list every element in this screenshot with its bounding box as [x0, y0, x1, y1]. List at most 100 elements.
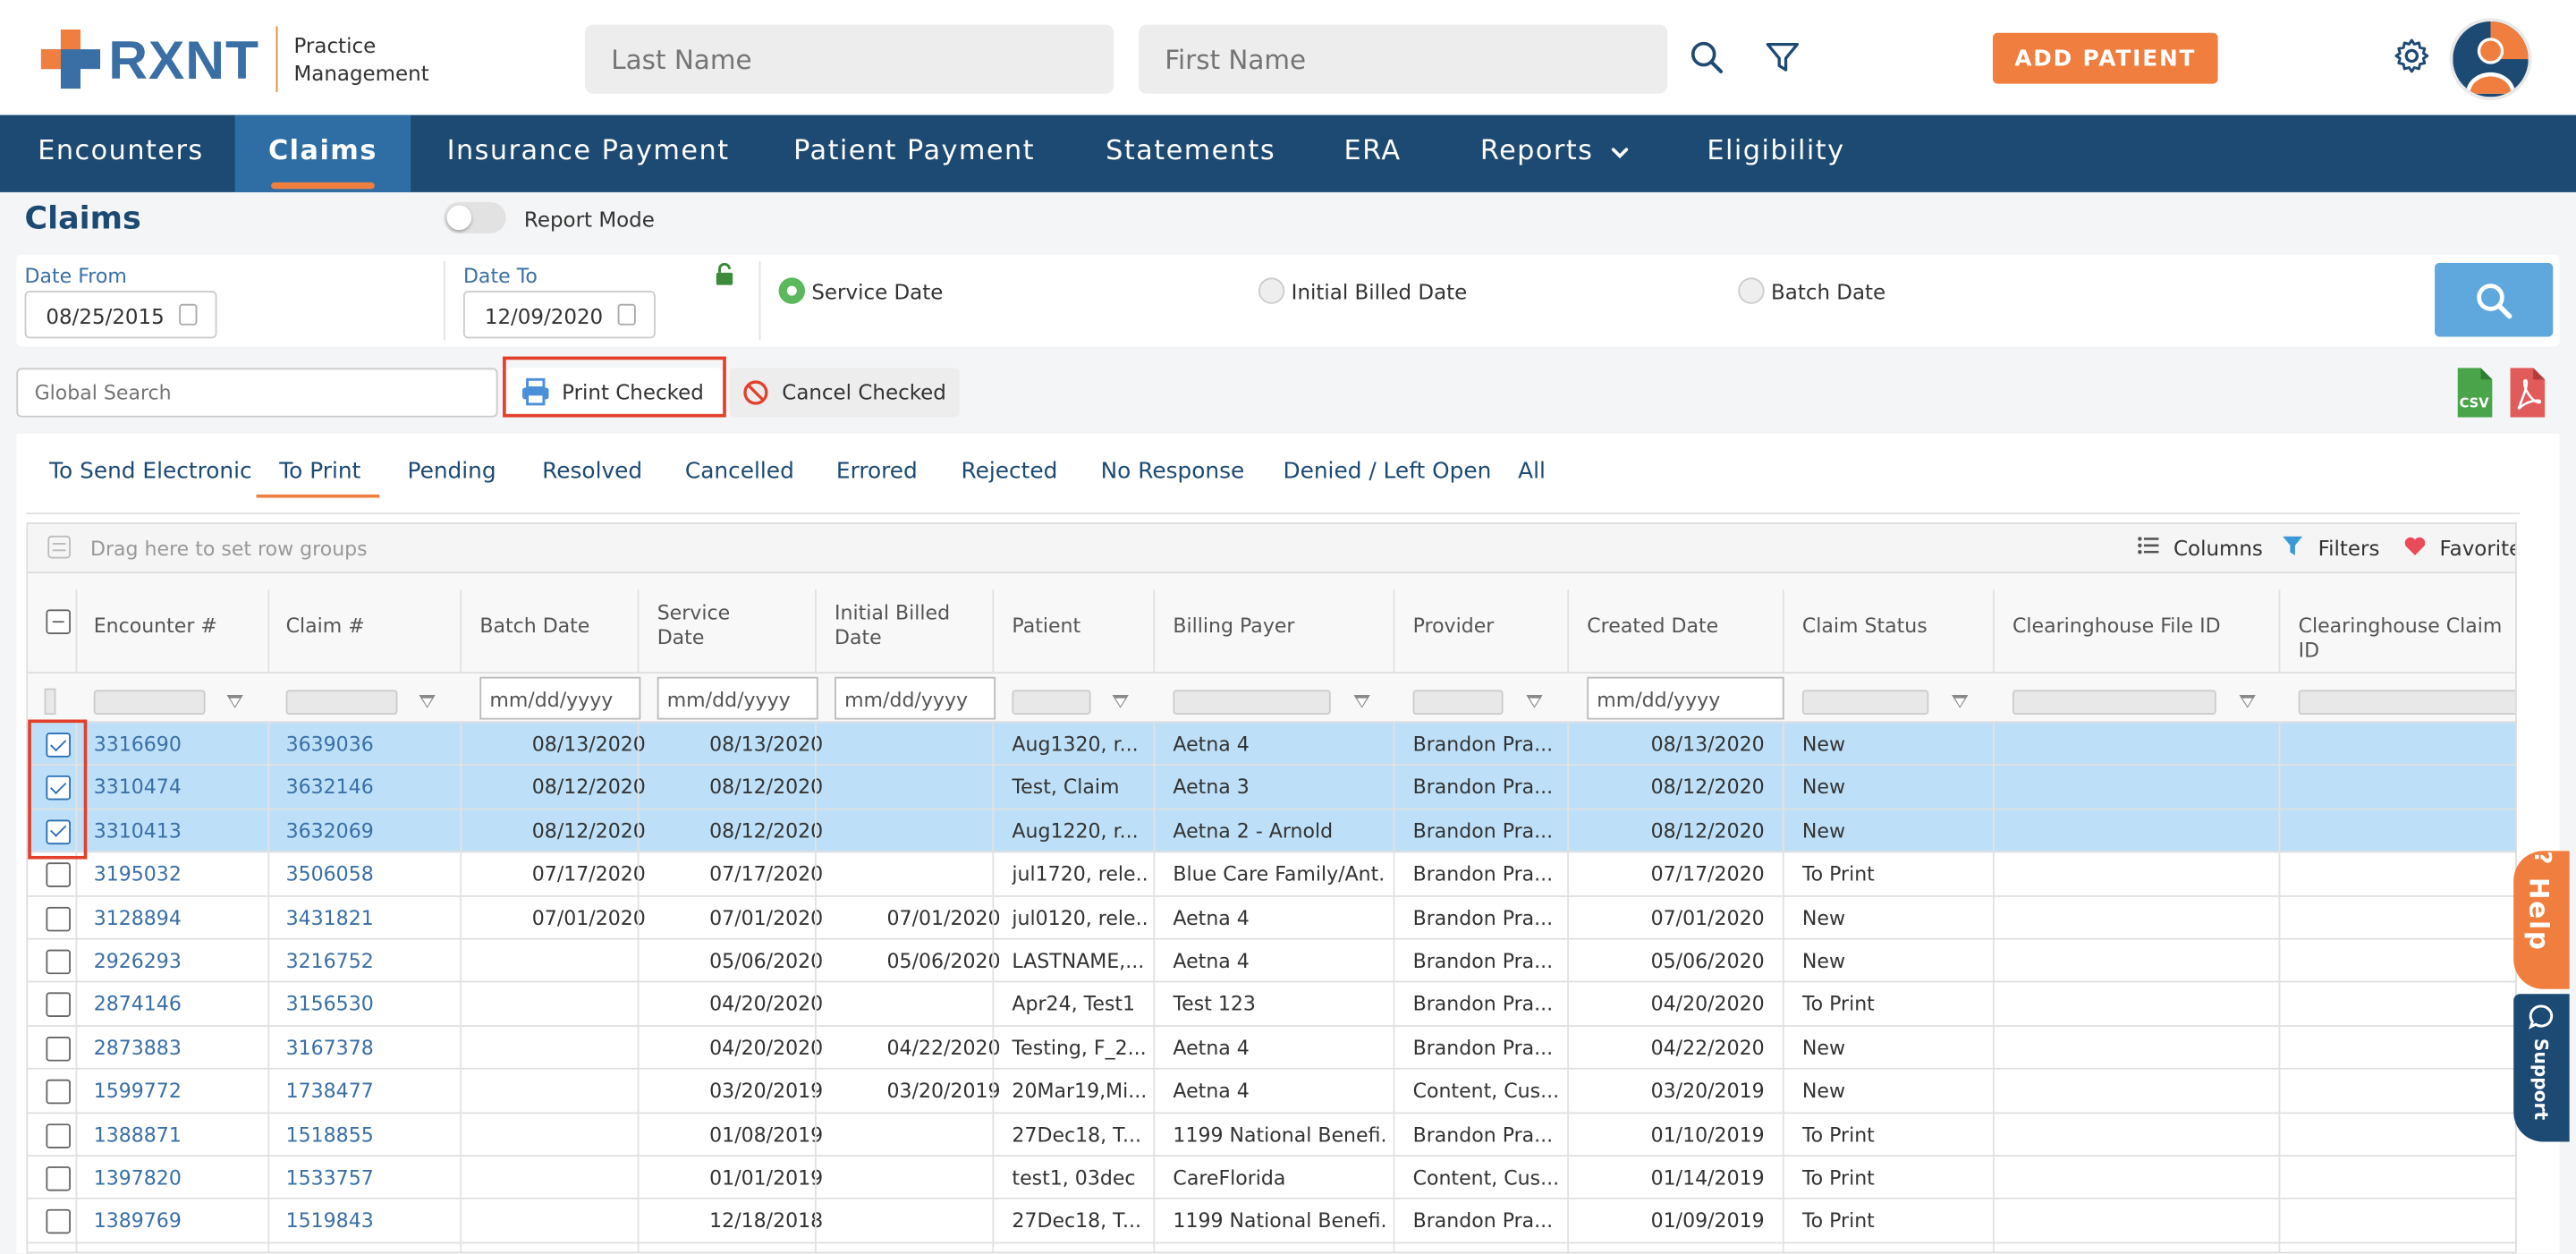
col-billing-payer[interactable]: Billing Payer — [1173, 614, 1294, 640]
claim-cell[interactable]: 1519843 — [286, 1200, 451, 1243]
initial-billed-date-radio[interactable] — [1258, 277, 1285, 304]
provider-filter-input[interactable] — [1412, 690, 1504, 715]
row-checkbox[interactable] — [46, 949, 71, 975]
rxnt-logo[interactable]: RXNT Practice Management — [39, 26, 429, 92]
support-tab[interactable]: Support — [2513, 994, 2570, 1142]
encounter-cell[interactable]: 1388871 — [94, 1114, 258, 1157]
claim-cell[interactable]: 3431821 — [286, 896, 451, 939]
claim-cell[interactable]: 3639036 — [286, 723, 451, 766]
date-to-input[interactable]: 12/09/2020 — [462, 291, 656, 339]
encounter-cell[interactable]: 3310413 — [94, 809, 258, 852]
table-row[interactable]: 2873883 3167378 04/20/2020 04/22/2020 Testin… — [28, 1027, 2516, 1071]
help-tab[interactable]: Help ? — [2513, 851, 2570, 989]
nav-reports[interactable]: Reports — [1480, 115, 1594, 192]
table-row[interactable]: 3195032 3506058 07/17/2020 07/17/2020 jul172… — [28, 853, 2516, 897]
row-checkbox[interactable] — [46, 1080, 71, 1105]
claim-cell[interactable]: 1738477 — [286, 1070, 451, 1113]
encounter-cell[interactable]: 1389769 — [94, 1200, 258, 1243]
row-checkbox[interactable] — [46, 1166, 71, 1191]
filter-funnel-icon[interactable] — [2239, 694, 2256, 708]
filter-funnel-icon[interactable] — [226, 694, 243, 708]
tab-denied-left-open[interactable]: Denied / Left Open — [1283, 458, 1491, 484]
claim-id-filter-input[interactable] — [2298, 690, 2516, 715]
pdf-export-icon[interactable] — [2507, 367, 2546, 419]
row-checkbox[interactable] — [46, 862, 71, 888]
calendar-icon[interactable] — [617, 303, 636, 326]
table-row[interactable]: 3128894 3431821 07/01/2020 07/01/2020 07/01/… — [28, 896, 2516, 940]
claim-cell[interactable]: 3216752 — [286, 940, 451, 983]
table-row[interactable]: 3310474 3632146 08/12/2020 08/12/2020 Test, … — [28, 766, 2516, 810]
date-from-input[interactable]: 08/25/2015 — [24, 291, 217, 339]
tab-errored[interactable]: Errored — [836, 458, 918, 484]
row-checkbox[interactable] — [46, 1036, 71, 1062]
global-search-input[interactable] — [16, 368, 498, 418]
first-name-input[interactable] — [1138, 24, 1668, 94]
csv-export-icon[interactable]: CSV — [2454, 367, 2494, 419]
nav-statements[interactable]: Statements — [1106, 115, 1275, 192]
tab-resolved[interactable]: Resolved — [542, 458, 642, 484]
tab-cancelled[interactable]: Cancelled — [685, 458, 794, 484]
nav-encounters[interactable]: Encounters — [38, 115, 203, 192]
table-row[interactable]: 1389769 1519843 12/18/2018 27Dec18, T... 119… — [28, 1200, 2516, 1244]
nav-eligibility[interactable]: Eligibility — [1707, 115, 1844, 192]
encounter-cell[interactable]: 1397820 — [94, 1157, 258, 1199]
nav-era[interactable]: ERA — [1343, 115, 1401, 192]
search-button[interactable] — [2435, 262, 2554, 337]
encounter-cell[interactable]: 2873883 — [94, 1027, 258, 1070]
tab-all[interactable]: All — [1518, 458, 1546, 484]
claim-cell[interactable]: 3167378 — [286, 1027, 451, 1070]
tab-rejected[interactable]: Rejected — [961, 458, 1057, 484]
payer-filter-input[interactable] — [1173, 690, 1331, 715]
row-checkbox[interactable] — [46, 1123, 71, 1148]
col-batch-date[interactable]: Batch Date — [479, 614, 589, 640]
encounter-cell[interactable]: 2874146 — [94, 983, 258, 1026]
columns-icon[interactable] — [2138, 536, 2159, 555]
favorites-button[interactable]: Favorites — [2440, 536, 2515, 561]
row-checkbox[interactable] — [46, 1209, 71, 1235]
tab-pending[interactable]: Pending — [408, 458, 496, 484]
row-checkbox[interactable] — [46, 993, 71, 1018]
nav-insurance-payment[interactable]: Insurance Payment — [447, 115, 730, 192]
add-patient-button[interactable]: ADD PATIENT — [1992, 32, 2218, 84]
claim-cell[interactable]: 1518855 — [286, 1114, 451, 1157]
col-clearinghouse-claim-id[interactable]: Clearinghouse Claim ID — [2299, 614, 2515, 664]
col-service-date[interactable]: Service Date — [657, 601, 730, 650]
claim-cell[interactable]: 3506058 — [286, 853, 451, 896]
created-date-filter-input[interactable]: mm/dd/yyyy — [1587, 676, 1784, 720]
claim-cell[interactable]: 3632069 — [286, 809, 451, 852]
col-created-date[interactable]: Created Date — [1587, 614, 1718, 640]
claim-cell[interactable]: 3632146 — [286, 767, 451, 809]
filter-funnel-icon[interactable] — [419, 694, 436, 708]
col-claim-status[interactable]: Claim Status — [1802, 614, 1928, 640]
table-row[interactable]: 1397820 1533757 01/01/2019 test1, 03dec Care… — [28, 1157, 2516, 1200]
report-mode-toggle[interactable] — [443, 201, 506, 233]
tab-no-response[interactable]: No Response — [1101, 458, 1245, 484]
col-claim[interactable]: Claim # — [286, 614, 365, 640]
search-icon[interactable] — [1689, 39, 1724, 75]
claim-cell[interactable]: 1533757 — [286, 1157, 451, 1199]
tab-to-send-electronic[interactable]: To Send Electronic — [49, 458, 252, 484]
filter-funnel-icon[interactable] — [1952, 694, 1969, 708]
cancel-checked-button[interactable]: Cancel Checked — [729, 368, 960, 418]
encounter-cell[interactable]: 3316690 — [94, 723, 258, 766]
file-id-filter-input[interactable] — [2012, 690, 2216, 715]
service-date-filter-input[interactable]: mm/dd/yyyy — [657, 676, 818, 720]
gear-icon[interactable] — [2392, 36, 2431, 75]
heart-icon[interactable] — [2403, 536, 2427, 557]
calendar-icon[interactable] — [179, 303, 198, 326]
tab-to-print[interactable]: To Print — [279, 458, 360, 484]
initial-billed-filter-input[interactable]: mm/dd/yyyy — [835, 676, 996, 720]
encounter-cell[interactable]: 3128894 — [94, 896, 258, 939]
table-row[interactable]: 1388871 1518855 01/08/2019 27Dec18, T... 119… — [28, 1114, 2516, 1157]
encounter-cell[interactable]: 2926293 — [94, 940, 258, 983]
user-avatar[interactable] — [2449, 18, 2532, 101]
col-patient[interactable]: Patient — [1012, 614, 1080, 640]
col-initial-billed-date[interactable]: Initial Billed Date — [835, 601, 950, 650]
encounter-cell[interactable]: 1599772 — [94, 1070, 258, 1113]
table-row[interactable]: 3316690 3639036 08/13/2020 08/13/2020 Aug132… — [28, 723, 2516, 767]
nav-patient-payment[interactable]: Patient Payment — [793, 115, 1035, 192]
row-checkbox[interactable] — [46, 906, 71, 931]
unlock-icon[interactable] — [715, 262, 734, 286]
table-row[interactable]: 2874146 3156530 04/20/2020 Apr24, Test1 Test… — [28, 983, 2516, 1027]
status-filter-input[interactable] — [1801, 690, 1929, 715]
